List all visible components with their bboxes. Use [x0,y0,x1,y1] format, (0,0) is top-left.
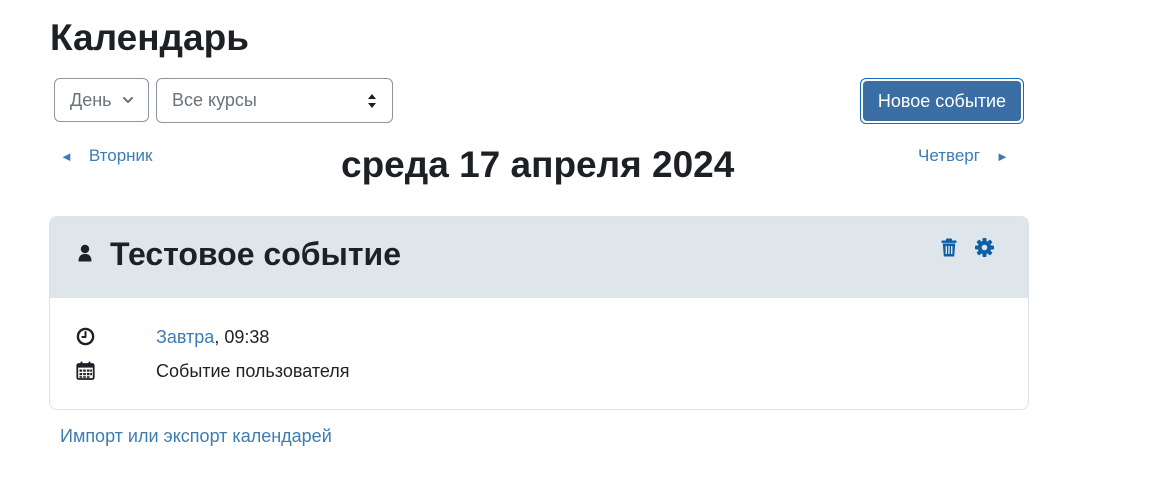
event-time: Завтра, 09:38 [156,324,269,350]
new-event-button-label: Новое событие [863,81,1021,121]
event-card-header: Тестовое событие [50,217,1028,298]
import-export-calendar-link[interactable]: Импорт или экспорт календарей [60,426,332,447]
event-title: Тестовое событие [110,236,401,272]
next-day-link[interactable]: Четверг ► [918,146,1009,166]
new-event-button[interactable]: Новое событие [860,78,1024,124]
next-day-label: Четверг [918,146,980,165]
current-date-heading: среда 17 апреля 2024 [341,144,735,185]
event-time-value: , 09:38 [214,327,270,347]
event-date-link[interactable]: Завтра [156,327,214,347]
calendar-icon [76,361,95,380]
prev-day-label: Вторник [88,146,153,165]
event-time-row: Завтра, 09:38 [50,324,1028,350]
event-type: Событие пользователя [156,361,350,381]
clock-icon [76,327,95,346]
view-select[interactable]: День [54,78,149,122]
event-type-row: Событие пользователя [50,358,1028,384]
view-select-value: День [70,89,112,110]
page-title: Календарь [50,17,249,58]
event-card: Тестовое событие Завтра, 09:38 Событие п… [49,216,1029,410]
user-icon [78,244,92,262]
course-select-value: Все курсы [172,90,257,110]
arrow-right-icon: ► [995,148,1009,164]
trash-icon[interactable] [941,238,957,257]
prev-day-link[interactable]: ◄ Вторник [60,146,152,166]
gear-icon[interactable] [975,238,994,257]
arrow-left-icon: ◄ [60,148,73,164]
course-select[interactable]: Все курсы [156,78,393,123]
calendar-page: Календарь День Все курсы Новое событие ◄… [0,0,1165,495]
sort-arrows-icon [368,94,376,108]
chevron-down-icon [123,97,133,103]
